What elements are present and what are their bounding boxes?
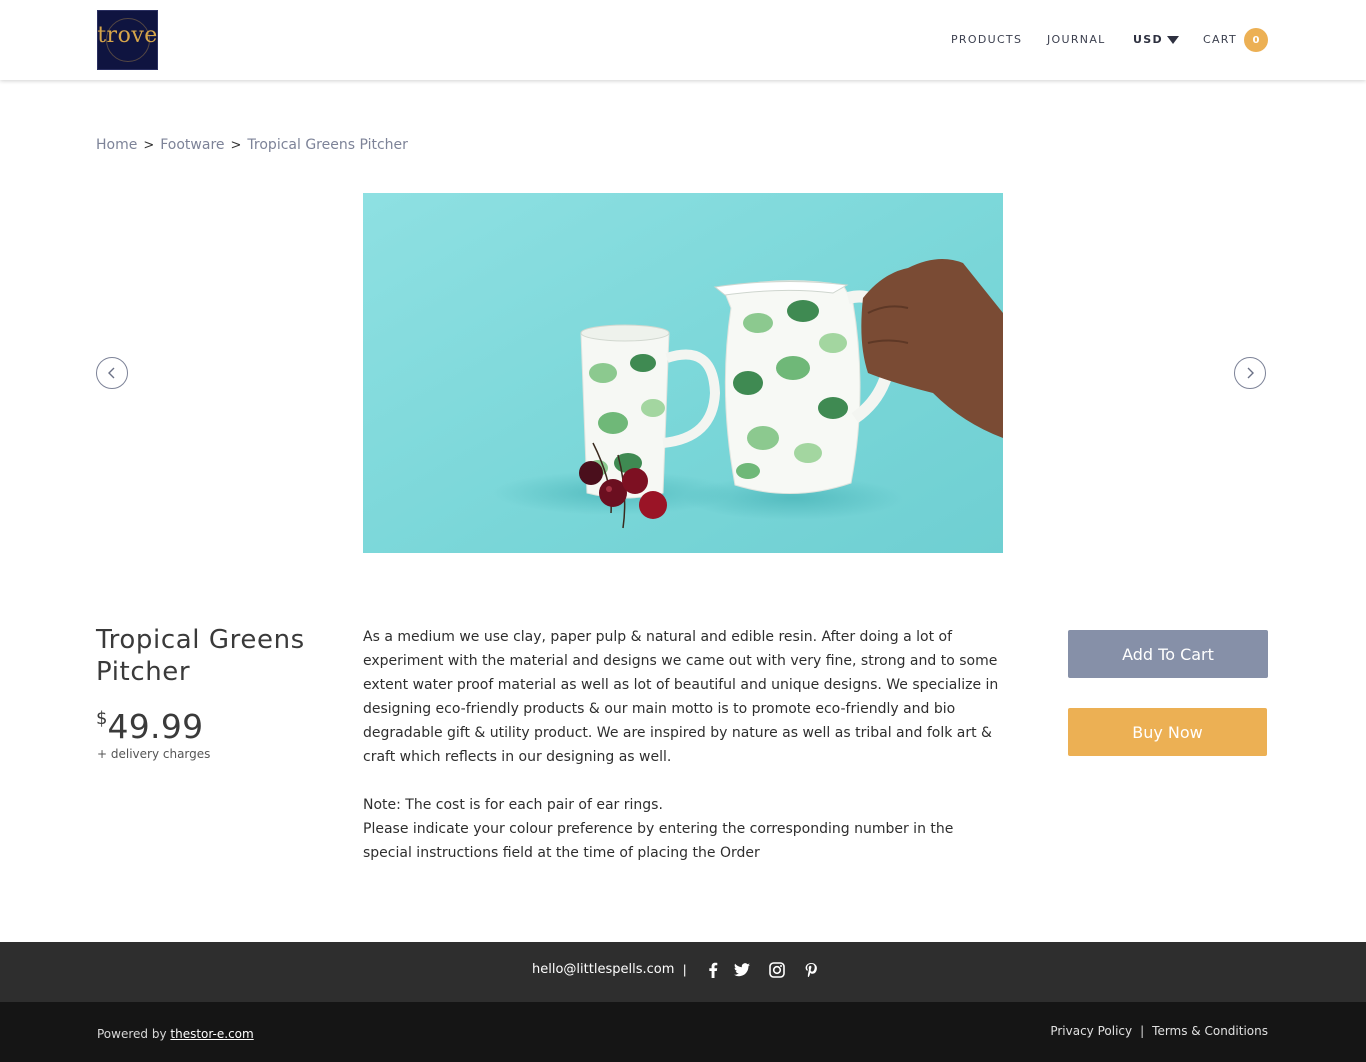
chevron-left-icon xyxy=(108,367,115,379)
instructions-line: Please indicate your colour preference b… xyxy=(363,821,954,861)
pinterest-icon[interactable] xyxy=(802,961,820,979)
breadcrumb-separator: > xyxy=(143,137,155,153)
instagram-icon[interactable] xyxy=(768,961,786,979)
note-line: Note: The cost is for each pair of ear r… xyxy=(363,797,663,813)
breadcrumb-category[interactable]: Footware xyxy=(160,137,224,153)
price-currency-symbol: $ xyxy=(96,708,108,729)
privacy-policy-link[interactable]: Privacy Policy xyxy=(1050,1024,1132,1038)
cart-count-badge[interactable]: 0 xyxy=(1244,28,1268,52)
description-paragraph: As a medium we use clay, paper pulp & na… xyxy=(363,629,999,765)
terms-link[interactable]: Terms & Conditions xyxy=(1152,1024,1268,1038)
nav-products[interactable]: PRODUCTS xyxy=(951,33,1022,46)
powered-by: Powered by thestor-e.com xyxy=(97,1027,254,1041)
currency-selector[interactable]: USD xyxy=(1133,33,1179,46)
chevron-right-icon xyxy=(1247,367,1254,379)
product-title: Tropical Greens Pitcher xyxy=(96,625,305,687)
product-description: As a medium we use clay, paper pulp & na… xyxy=(363,625,1003,865)
legal-links: Privacy Policy | Terms & Conditions xyxy=(1050,1024,1268,1038)
facebook-icon[interactable] xyxy=(704,961,722,979)
site-logo[interactable]: trove xyxy=(97,10,158,70)
caret-down-icon xyxy=(1166,35,1179,44)
price-amount: 49.99 xyxy=(107,707,204,746)
nav-journal[interactable]: JOURNAL xyxy=(1047,33,1106,46)
breadcrumb-separator: > xyxy=(230,137,242,153)
logo-ornament xyxy=(106,18,150,62)
product-price: $ 49.99 xyxy=(96,704,203,750)
footer-separator: | xyxy=(683,962,687,977)
powered-by-link[interactable]: thestor-e.com xyxy=(170,1027,253,1041)
add-to-cart-button[interactable]: Add To Cart xyxy=(1068,630,1268,678)
carousel-prev-button[interactable] xyxy=(96,357,128,389)
twitter-icon[interactable] xyxy=(733,961,751,979)
nav-cart[interactable]: CART xyxy=(1203,33,1237,46)
carousel-next-button[interactable] xyxy=(1234,357,1266,389)
site-header: trove PRODUCTS JOURNAL USD CART 0 xyxy=(0,0,1366,80)
legal-separator: | xyxy=(1140,1024,1145,1038)
powered-by-label: Powered by xyxy=(97,1027,167,1041)
buy-now-button[interactable]: Buy Now xyxy=(1068,708,1267,756)
breadcrumb-current: Tropical Greens Pitcher xyxy=(247,137,408,153)
breadcrumb: Home > Footware > Tropical Greens Pitche… xyxy=(96,137,408,153)
currency-label: USD xyxy=(1133,33,1163,46)
product-photo-illustration xyxy=(363,193,1003,553)
breadcrumb-home[interactable]: Home xyxy=(96,137,137,153)
product-image xyxy=(363,193,1003,553)
delivery-note: + delivery charges xyxy=(97,747,211,761)
footer-email-link[interactable]: hello@littlespells.com xyxy=(532,962,674,977)
